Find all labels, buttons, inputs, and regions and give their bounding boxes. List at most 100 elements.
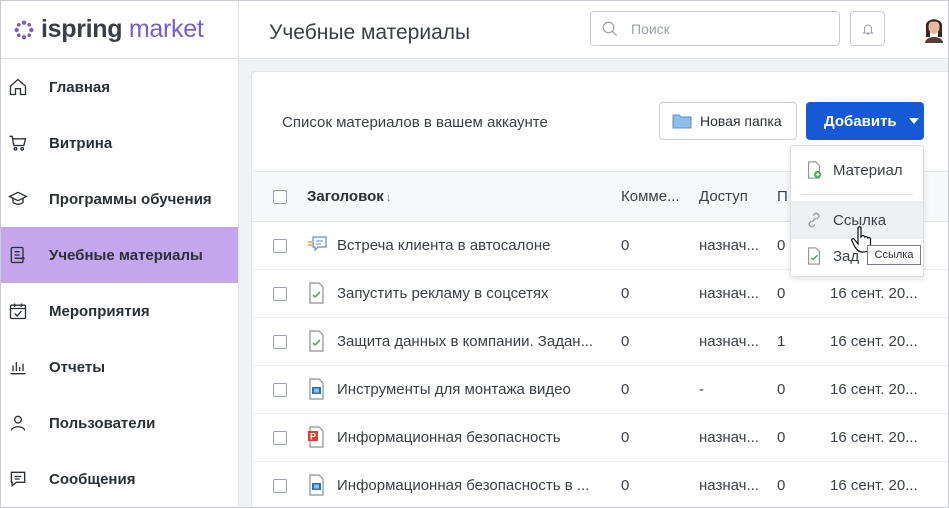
row-title[interactable]: Информационная безопасность в ... [337, 477, 607, 494]
sidebar-nav: Главная Витрина Программы обучения Учебн… [1, 59, 238, 507]
sidebar-item-users[interactable]: Пользователи [1, 395, 238, 451]
task-icon [808, 247, 820, 265]
row-comments: 0 [621, 333, 630, 350]
sidebar-item-label: Отчеты [49, 358, 106, 376]
home-icon [7, 76, 29, 98]
cart-icon [7, 132, 29, 154]
select-all-checkbox[interactable] [273, 190, 287, 204]
sidebar-item-showcase[interactable]: Витрина [1, 115, 238, 171]
bell-icon [861, 24, 874, 35]
bar-chart-icon [7, 356, 29, 378]
folder-icon [672, 114, 692, 129]
row-date: 16 сент. 20... [830, 477, 918, 494]
add-button[interactable]: Добавить [806, 102, 924, 140]
brand-part1: ispring [41, 15, 123, 43]
add-label: Добавить [824, 112, 897, 130]
new-folder-label: Новая папка [700, 113, 782, 129]
video-icon [306, 474, 328, 496]
row-checkbox[interactable] [273, 287, 287, 301]
brand-part2: market [122, 15, 204, 43]
row-comments: 0 [621, 237, 630, 254]
ispring-logo-icon [14, 19, 34, 40]
svg-text:P: P [310, 432, 316, 442]
search-icon [602, 21, 618, 36]
add-file-icon [808, 161, 822, 179]
row-access: назнач... [699, 333, 759, 350]
row-access: - [699, 381, 704, 398]
row-date: 16 сент. 20... [830, 429, 918, 446]
row-p: 0 [777, 285, 786, 302]
powerpoint-icon: P [306, 426, 328, 448]
sidebar-item-label: Сообщения [49, 470, 136, 488]
sidebar-item-label: Главная [49, 78, 111, 96]
row-comments: 0 [621, 477, 630, 494]
row-checkbox[interactable] [273, 383, 287, 397]
row-comments: 0 [621, 429, 630, 446]
row-comments: 0 [621, 285, 630, 302]
row-access: назнач... [699, 237, 759, 254]
row-checkbox[interactable] [273, 479, 287, 493]
row-access: назнач... [699, 429, 759, 446]
graduation-cap-icon [7, 188, 29, 210]
sidebar-item-reports[interactable]: Отчеты [1, 339, 238, 395]
sidebar-item-messages[interactable]: Сообщения [1, 451, 238, 507]
row-checkbox[interactable] [273, 431, 287, 445]
sort-arrow-icon: ↓ [385, 190, 392, 204]
sidebar: ispring market Главная Витрина Программы… [1, 1, 239, 507]
brand-name: ispring market [41, 15, 204, 44]
menu-divider [801, 194, 913, 195]
logo[interactable]: ispring market [1, 1, 238, 59]
sidebar-item-events[interactable]: Мероприятия [1, 283, 238, 339]
sidebar-item-label: Программы обучения [49, 190, 212, 208]
column-comments[interactable]: Комме... [621, 188, 680, 205]
column-p[interactable]: П [777, 188, 788, 205]
row-date: 16 сент. 20... [830, 285, 918, 302]
menu-item-material[interactable]: Материал [791, 151, 923, 189]
sidebar-item-label: Мероприятия [49, 302, 150, 320]
row-p: 0 [777, 381, 786, 398]
chevron-down-icon [908, 118, 919, 124]
row-checkbox[interactable] [273, 335, 287, 349]
notifications-button[interactable] [850, 11, 885, 46]
calendar-check-icon [7, 300, 29, 322]
menu-item-label: Материал [833, 161, 903, 179]
document-icon [7, 244, 29, 266]
row-p: 1 [777, 333, 786, 350]
sidebar-item-materials[interactable]: Учебные материалы [1, 227, 238, 283]
row-p: 0 [777, 477, 786, 494]
column-access[interactable]: Доступ [699, 188, 748, 205]
row-title[interactable]: Информационная безопасность [337, 429, 607, 446]
sidebar-item-label: Пользователи [49, 414, 156, 432]
sidebar-item-programs[interactable]: Программы обучения [1, 171, 238, 227]
row-p: 0 [777, 429, 786, 446]
message-icon [7, 468, 29, 490]
new-folder-button[interactable]: Новая папка [659, 102, 797, 140]
app-window: ispring market Главная Витрина Программы… [0, 0, 949, 508]
row-date: 16 сент. 20... [830, 381, 918, 398]
avatar[interactable] [921, 13, 947, 43]
column-title[interactable]: Заголовок ↓ [307, 188, 392, 205]
row-title[interactable]: Защита данных в компании. Задан... [337, 333, 607, 350]
row-comments: 0 [621, 381, 630, 398]
row-access: назнач... [699, 477, 759, 494]
search-box[interactable] [590, 11, 840, 46]
quiz-icon [306, 282, 328, 304]
top-header: Учебные материалы [239, 1, 948, 59]
row-access: назнач... [699, 285, 759, 302]
row-checkbox[interactable] [273, 239, 287, 253]
row-title[interactable]: Встреча клиента в автосалоне [337, 237, 607, 254]
row-date: 16 сент. 20... [830, 333, 918, 350]
column-title-label: Заголовок [307, 188, 384, 205]
sidebar-item-label: Витрина [49, 134, 113, 152]
list-subtitle: Список материалов в вашем аккаунте [282, 114, 548, 131]
user-icon [7, 412, 29, 434]
video-icon [306, 378, 328, 400]
page-title: Учебные материалы [269, 21, 471, 44]
sidebar-item-home[interactable]: Главная [1, 59, 238, 115]
row-title[interactable]: Инструменты для монтажа видео [337, 381, 607, 398]
row-title[interactable]: Запустить рекламу в соцсетях [337, 285, 607, 302]
search-input[interactable] [631, 20, 821, 37]
link-icon [808, 212, 820, 228]
sidebar-item-label: Учебные материалы [49, 246, 203, 264]
dialogue-icon [306, 234, 328, 256]
